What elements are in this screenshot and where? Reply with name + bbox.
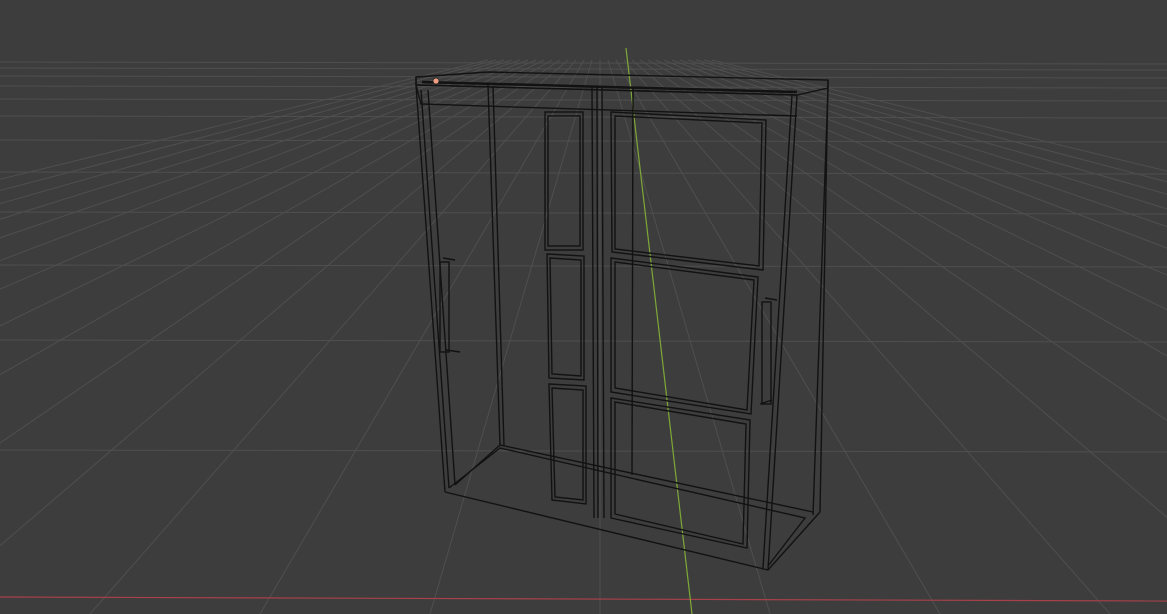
origin-point-icon[interactable]: [432, 77, 440, 85]
grid-line: [0, 59, 569, 547]
grid-line: [671, 59, 1167, 249]
grid-line: [0, 59, 537, 290]
grid-line: [429, 59, 593, 614]
grid-line: [0, 75, 1167, 79]
grid-line: [0, 59, 521, 239]
grid-line: [0, 59, 513, 220]
grid-line: [687, 59, 1167, 210]
grid-line: [0, 59, 545, 327]
grid-line: [695, 59, 1167, 195]
grid-line: [679, 59, 1167, 228]
grid-line: [0, 67, 1167, 71]
grid-line: [0, 59, 561, 444]
grid-line: [703, 59, 1167, 183]
grid-line: [89, 59, 577, 614]
grid-line: [639, 59, 1167, 422]
3d-viewport[interactable]: [0, 0, 1167, 614]
grid-line: [711, 59, 1167, 172]
grid-line: [663, 59, 1167, 276]
grid-line: [0, 61, 1167, 65]
grid-line: [0, 98, 1167, 102]
grid-line: [623, 59, 1111, 614]
viewport-canvas[interactable]: [0, 0, 1167, 614]
grid-line: [655, 59, 1167, 311]
grid-line: [647, 59, 1167, 357]
grid-line: [0, 59, 505, 205]
grid-line: [631, 59, 1167, 519]
x-axis-line: [0, 596, 1167, 602]
